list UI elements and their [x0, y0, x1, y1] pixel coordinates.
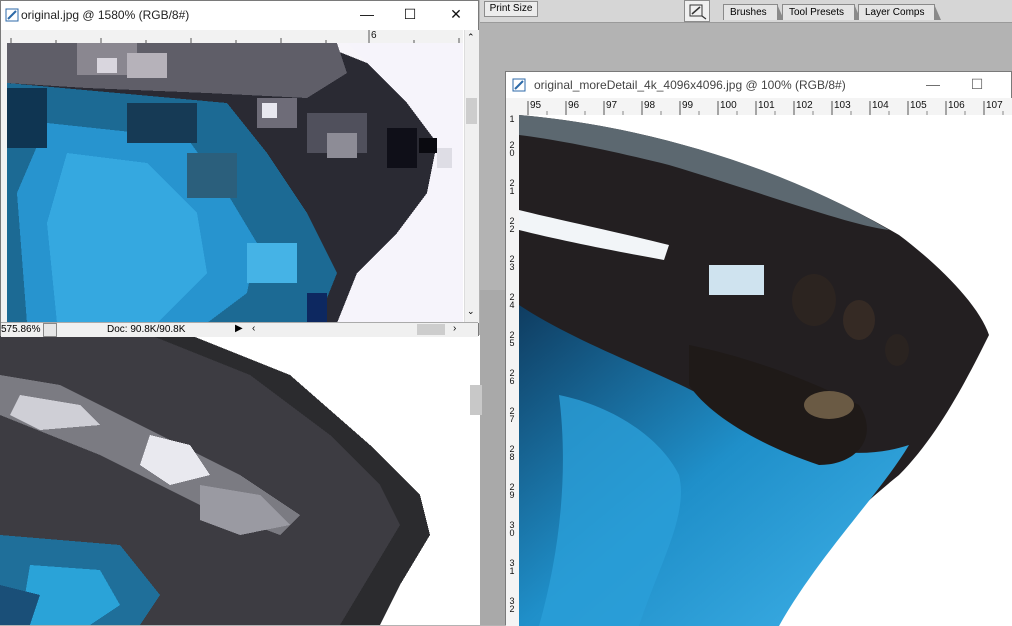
left-image-canvas[interactable]: [7, 43, 463, 323]
ruler-label-106: 106: [948, 100, 965, 111]
vruler-label: 2 4: [509, 292, 515, 310]
maximize-icon[interactable]: ☐: [969, 77, 985, 91]
vruler-label: 2 9: [509, 482, 515, 500]
left-window-titlebar[interactable]: original.jpg @ 1580% (RGB/8#) — ☐ ✕: [1, 1, 478, 30]
document-window-original[interactable]: original.jpg @ 1580% (RGB/8#) — ☐ ✕ 6 ⌃ …: [0, 0, 479, 337]
tab-layer-comps[interactable]: Layer Comps: [858, 4, 942, 20]
right-vertical-ruler: 1 2 0 2 1 2 2 2 3 2 4 2 5 2 6 2 7 2 8 2 …: [506, 115, 520, 626]
left-status-bar: 575.86% Doc: 90.8K/90.8K ▶ ‹ ›: [1, 322, 478, 337]
minimize-icon[interactable]: —: [925, 77, 941, 91]
vruler-label: 3 2: [509, 596, 515, 614]
ruler-label-100: 100: [720, 100, 737, 111]
scroll-right-icon[interactable]: ›: [453, 323, 456, 334]
scroll-left-icon[interactable]: ‹: [252, 323, 255, 334]
minimize-icon[interactable]: —: [359, 7, 375, 21]
right-detail-image: [519, 115, 1012, 626]
photoshop-doc-icon: [512, 78, 526, 92]
ruler-label-98: 98: [644, 100, 656, 111]
vruler-label: 3 0: [509, 520, 515, 538]
ruler-label-101: 101: [758, 100, 775, 111]
right-image-canvas[interactable]: [519, 115, 1012, 626]
photoshop-doc-icon: [5, 8, 19, 22]
left-ruler-ticks: [10, 30, 460, 43]
vruler-label: 2 7: [509, 406, 515, 424]
maximize-icon[interactable]: ☐: [402, 7, 418, 21]
document-window-more-detail[interactable]: original_moreDetail_4k_4096x4096.jpg @ 1…: [505, 71, 1012, 626]
ruler-label-103: 103: [834, 100, 851, 111]
vruler-label: 2 3: [509, 254, 515, 272]
left-zoomed-image: [7, 43, 463, 323]
tool-preset-icon: [689, 4, 707, 20]
workspace-gap: [480, 290, 505, 625]
background-zoom-image: [0, 335, 480, 625]
vruler-label: 2 6: [509, 368, 515, 386]
doc-size-info: Doc: 90.8K/90.8K: [107, 324, 186, 335]
tab-brushes[interactable]: Brushes: [723, 4, 784, 20]
left-window-title: original.jpg @ 1580% (RGB/8#): [21, 8, 190, 22]
status-menu-button[interactable]: [43, 323, 57, 337]
ruler-label-96: 96: [568, 100, 580, 111]
right-horizontal-ruler: 95 96 97 98 99 100 101 102 103 104 105 1…: [506, 98, 1012, 116]
print-size-button[interactable]: Print Size: [484, 1, 538, 17]
left-ruler-label: 6: [371, 30, 377, 41]
left-horizontal-ruler: 6: [1, 30, 463, 44]
vruler-label: 2 2: [509, 216, 515, 234]
workspace-scroll-thumb[interactable]: [470, 385, 482, 415]
status-arrow-icon[interactable]: ▶: [235, 323, 243, 334]
ruler-label-99: 99: [682, 100, 694, 111]
vruler-label: 2 5: [509, 330, 515, 348]
ruler-label-95: 95: [530, 100, 542, 111]
right-window-titlebar[interactable]: original_moreDetail_4k_4096x4096.jpg @ 1…: [506, 72, 1011, 98]
tab-tool-presets[interactable]: Tool Presets: [782, 4, 862, 20]
vruler-label: 1: [509, 114, 515, 124]
ruler-label-105: 105: [910, 100, 927, 111]
scroll-up-icon[interactable]: ⌃: [467, 32, 475, 43]
ruler-label-97: 97: [606, 100, 618, 111]
zoom-level-field[interactable]: 575.86%: [1, 324, 40, 335]
vruler-label: 2 8: [509, 444, 515, 462]
tool-preset-picker-button[interactable]: [684, 0, 710, 22]
vruler-label: 2 0: [509, 140, 515, 158]
vruler-label: 3 1: [509, 558, 515, 576]
ruler-label-102: 102: [796, 100, 813, 111]
left-vertical-scrollbar[interactable]: ⌃ ⌄: [464, 30, 479, 323]
background-zoom-canvas: [0, 335, 480, 625]
ruler-label-104: 104: [872, 100, 889, 111]
workspace-background: [480, 23, 1012, 71]
right-window-title: original_moreDetail_4k_4096x4096.jpg @ 1…: [534, 78, 846, 92]
options-bar: Print Size Brushes Tool Presets Layer Co…: [480, 0, 1012, 23]
left-vscroll-thumb[interactable]: [466, 98, 477, 124]
scroll-down-icon[interactable]: ⌄: [467, 306, 475, 317]
left-hscroll-thumb[interactable]: [417, 324, 445, 335]
close-icon[interactable]: ✕: [448, 7, 464, 21]
ruler-label-107: 107: [986, 100, 1003, 111]
vruler-label: 2 1: [509, 178, 515, 196]
